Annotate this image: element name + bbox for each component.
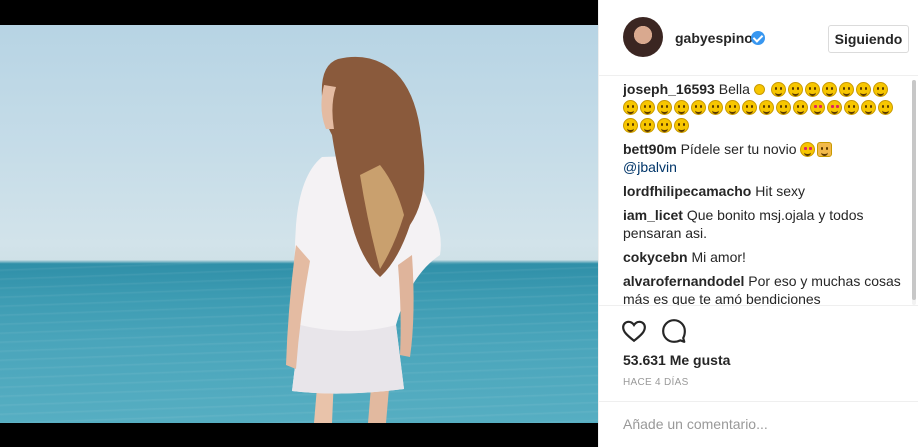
smile-emoji-icon	[623, 100, 638, 115]
avatar[interactable]	[623, 17, 663, 57]
smile-emoji-icon	[674, 118, 689, 133]
following-button[interactable]: Siguiendo	[828, 25, 909, 53]
smile-emoji-icon	[640, 118, 655, 133]
post-timestamp[interactable]: HACE 4 DÍAS	[623, 377, 689, 388]
post-author-username[interactable]: gabyespino	[675, 30, 753, 46]
comment-username[interactable]: iam_licet	[623, 207, 683, 223]
grin-emoji-icon	[674, 100, 689, 115]
list-item: bett90m Pídele ser tu novio @jbalvin	[623, 140, 903, 176]
scrollbar-thumb[interactable]	[912, 80, 916, 300]
post-photo[interactable]	[0, 25, 598, 423]
smile-emoji-icon	[691, 100, 706, 115]
speech-bubble-icon[interactable]	[661, 318, 687, 344]
grin-emoji-icon	[793, 100, 808, 115]
smile-emoji-icon	[787, 82, 803, 97]
grin-emoji-icon	[770, 82, 786, 97]
comment-mention-link[interactable]: @jbalvin	[623, 159, 677, 175]
woman-on-beach-illustration	[286, 56, 441, 423]
comment-text: Mi amor!	[691, 249, 746, 265]
smile-emoji-icon	[725, 100, 740, 115]
likes-count[interactable]: 53.631 Me gusta	[623, 352, 730, 368]
comments-list: joseph_16593 Bella bett90m Pídele ser tu…	[623, 80, 903, 306]
list-item: joseph_16593 Bella	[623, 80, 903, 134]
list-item: iam_licet Que bonito msj.ojala y todos p…	[623, 206, 903, 242]
comments-scrollbar[interactable]	[912, 80, 916, 305]
list-item: alvarofernandodel Por eso y muchas cosas…	[623, 272, 903, 306]
verified-badge-icon	[751, 31, 765, 45]
post-header: gabyespino Siguiendo	[599, 0, 918, 76]
grin-emoji-icon	[872, 82, 888, 97]
heart-eyes-emoji-icon	[827, 100, 842, 115]
comment-text: Hit sexy	[755, 183, 806, 199]
grin-emoji-icon	[776, 100, 791, 115]
grin-emoji-icon	[838, 82, 854, 97]
comment-username[interactable]: cokycebn	[623, 249, 688, 265]
smile-emoji-icon	[855, 82, 871, 97]
post-media	[0, 0, 598, 447]
post-details-panel: gabyespino Siguiendo joseph_16593 Bella …	[598, 0, 918, 447]
heart-eyes-emoji-icon	[800, 142, 816, 157]
smile-emoji-icon	[753, 84, 765, 95]
grin-emoji-icon	[742, 100, 757, 115]
add-comment-bar	[599, 401, 918, 447]
comment-text: Pídele ser tu novio	[680, 141, 797, 157]
smile-emoji-icon	[844, 100, 859, 115]
heart-eyes-emoji-icon	[810, 100, 825, 115]
post-actions: 53.631 Me gusta HACE 4 DÍAS	[599, 305, 918, 447]
list-item: lordfhilipecamacho Hit sexy	[623, 182, 903, 200]
smile-emoji-icon	[657, 100, 672, 115]
comment-username[interactable]: lordfhilipecamacho	[623, 183, 751, 199]
smile-emoji-icon	[804, 82, 820, 97]
smile-emoji-icon	[878, 100, 893, 115]
smile-emoji-icon	[759, 100, 774, 115]
smile-emoji-icon	[623, 118, 638, 133]
comment-text: Bella	[718, 81, 750, 97]
smile-emoji-icon	[657, 118, 672, 133]
smile-emoji-icon	[861, 100, 876, 115]
smile-emoji-icon	[821, 82, 837, 97]
heart-outline-icon[interactable]	[621, 318, 647, 344]
grin-emoji-icon	[640, 100, 655, 115]
add-comment-input[interactable]	[623, 412, 903, 436]
comment-username[interactable]: joseph_16593	[623, 81, 715, 97]
comment-username[interactable]: alvarofernandodel	[623, 273, 744, 289]
list-item: cokycebn Mi amor!	[623, 248, 903, 266]
smile-emoji-icon	[708, 100, 723, 115]
praying-hands-emoji-icon	[817, 142, 833, 157]
comment-username[interactable]: bett90m	[623, 141, 677, 157]
